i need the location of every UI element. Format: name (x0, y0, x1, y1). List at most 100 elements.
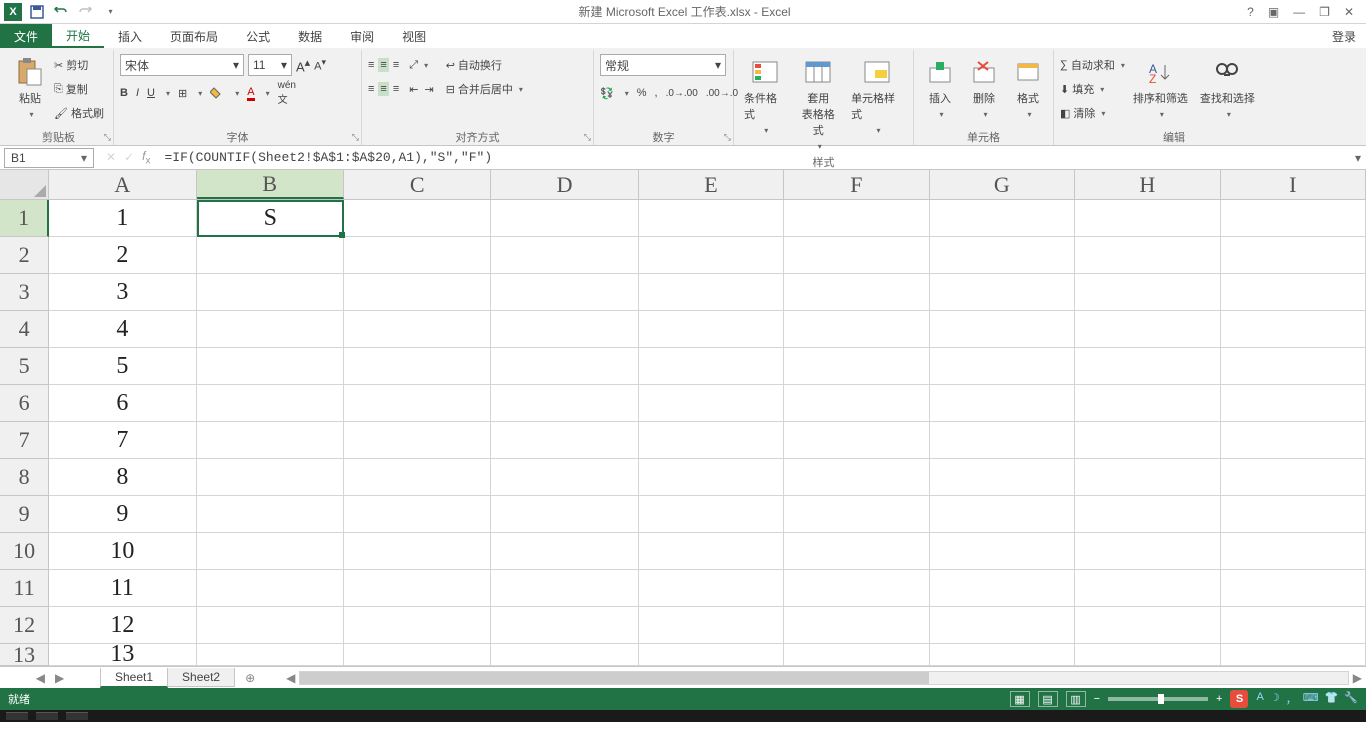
number-launcher-icon[interactable]: ⤡ (724, 132, 731, 143)
cell-E11[interactable] (639, 570, 784, 607)
cell-F8[interactable] (784, 459, 929, 496)
cell-A7[interactable]: 7 (49, 422, 196, 459)
cell-B13[interactable] (197, 644, 344, 666)
formula-bar-expand-icon[interactable]: ▾ (1350, 151, 1366, 165)
cell-E7[interactable] (639, 422, 784, 459)
cell-C11[interactable] (344, 570, 491, 607)
cell-H6[interactable] (1075, 385, 1220, 422)
cell-A3[interactable]: 3 (49, 274, 196, 311)
enter-formula-icon[interactable]: ✓ (124, 150, 134, 164)
orientation-icon[interactable]: ⤢ (409, 59, 418, 72)
row-header[interactable]: 2 (0, 237, 49, 274)
row-header[interactable]: 9 (0, 496, 49, 533)
cell-C1[interactable] (344, 200, 491, 237)
qat-customize-icon[interactable] (100, 3, 118, 21)
cell-B7[interactable] (197, 422, 344, 459)
cell-E5[interactable] (639, 348, 784, 385)
cell-F6[interactable] (784, 385, 929, 422)
sign-in-link[interactable]: 登录 (1322, 24, 1366, 48)
align-bottom-icon[interactable]: ≡ (393, 59, 399, 71)
cell-I11[interactable] (1221, 570, 1366, 607)
cell-G1[interactable] (930, 200, 1075, 237)
ime-a-icon[interactable]: A (1256, 691, 1263, 707)
cell-G12[interactable] (930, 607, 1075, 644)
restore-icon[interactable]: ❐ (1319, 5, 1330, 19)
cell-A12[interactable]: 12 (49, 607, 196, 644)
zoom-out-icon[interactable]: − (1094, 693, 1100, 705)
cancel-formula-icon[interactable]: ✕ (106, 150, 116, 164)
cell-F10[interactable] (784, 533, 929, 570)
number-format-combo[interactable]: 常规▾ (600, 54, 726, 76)
copy-button[interactable]: ⎘复制 (54, 78, 104, 100)
horizontal-scrollbar[interactable]: ◀ ▶ (282, 671, 1366, 685)
cell-E8[interactable] (639, 459, 784, 496)
cell-H12[interactable] (1075, 607, 1220, 644)
cell-D12[interactable] (491, 607, 638, 644)
cell-E4[interactable] (639, 311, 784, 348)
column-header-E[interactable]: E (639, 170, 784, 199)
close-icon[interactable]: ✕ (1344, 5, 1354, 19)
cell-H4[interactable] (1075, 311, 1220, 348)
cell-D11[interactable] (491, 570, 638, 607)
cell-C6[interactable] (344, 385, 491, 422)
cell-B4[interactable] (197, 311, 344, 348)
bold-button[interactable]: B (120, 87, 128, 99)
cell-E3[interactable] (639, 274, 784, 311)
cell-D9[interactable] (491, 496, 638, 533)
row-header[interactable]: 5 (0, 348, 49, 385)
cell-E10[interactable] (639, 533, 784, 570)
paste-button[interactable]: 粘贴 (10, 54, 50, 122)
column-header-G[interactable]: G (930, 170, 1075, 199)
tab-page-layout[interactable]: 页面布局 (156, 24, 232, 48)
cell-C4[interactable] (344, 311, 491, 348)
merge-center-button[interactable]: ⊟合并后居中 (446, 78, 523, 100)
paste-dropdown-icon[interactable] (26, 108, 33, 120)
cell-F3[interactable] (784, 274, 929, 311)
name-box[interactable]: B1▾ (4, 148, 94, 168)
cell-E13[interactable] (639, 644, 784, 666)
cell-A4[interactable]: 4 (49, 311, 196, 348)
column-header-A[interactable]: A (49, 170, 196, 199)
cell-B11[interactable] (197, 570, 344, 607)
tab-formulas[interactable]: 公式 (232, 24, 284, 48)
redo-icon[interactable] (76, 3, 94, 21)
italic-button[interactable]: I (136, 87, 139, 99)
cell-I12[interactable] (1221, 607, 1366, 644)
sogou-ime-icon[interactable]: S (1230, 690, 1248, 708)
row-header[interactable]: 13 (0, 644, 49, 666)
cell-C13[interactable] (344, 644, 491, 666)
cell-E2[interactable] (639, 237, 784, 274)
cell-E1[interactable] (639, 200, 784, 237)
cell-G10[interactable] (930, 533, 1075, 570)
cell-F1[interactable] (784, 200, 929, 237)
cell-H5[interactable] (1075, 348, 1220, 385)
row-header[interactable]: 7 (0, 422, 49, 459)
format-as-table-button[interactable]: 套用 表格格式 (794, 54, 844, 154)
cell-D1[interactable] (491, 200, 638, 237)
cell-B6[interactable] (197, 385, 344, 422)
cell-H11[interactable] (1075, 570, 1220, 607)
cell-D7[interactable] (491, 422, 638, 459)
tab-data[interactable]: 数据 (284, 24, 336, 48)
cell-H8[interactable] (1075, 459, 1220, 496)
tab-review[interactable]: 审阅 (336, 24, 388, 48)
cell-E6[interactable] (639, 385, 784, 422)
cell-A1[interactable]: 1 (49, 200, 196, 237)
help-icon[interactable]: ? (1247, 5, 1254, 19)
cell-styles-button[interactable]: 单元格样式 (847, 54, 907, 138)
row-header[interactable]: 10 (0, 533, 49, 570)
cell-I10[interactable] (1221, 533, 1366, 570)
cell-D5[interactable] (491, 348, 638, 385)
cell-A11[interactable]: 11 (49, 570, 196, 607)
cell-I4[interactable] (1221, 311, 1366, 348)
alignment-launcher-icon[interactable]: ⤡ (584, 132, 591, 143)
cell-I7[interactable] (1221, 422, 1366, 459)
cell-F11[interactable] (784, 570, 929, 607)
sheet-tab-sheet2[interactable]: Sheet2 (167, 668, 235, 687)
cell-H3[interactable] (1075, 274, 1220, 311)
phonetic-button[interactable]: wén文 (278, 80, 296, 106)
conditional-format-button[interactable]: 条件格式 (740, 54, 790, 138)
fill-button[interactable]: ⬇填充 (1060, 78, 1125, 100)
sheet-tab-sheet1[interactable]: Sheet1 (100, 668, 168, 688)
cell-G6[interactable] (930, 385, 1075, 422)
